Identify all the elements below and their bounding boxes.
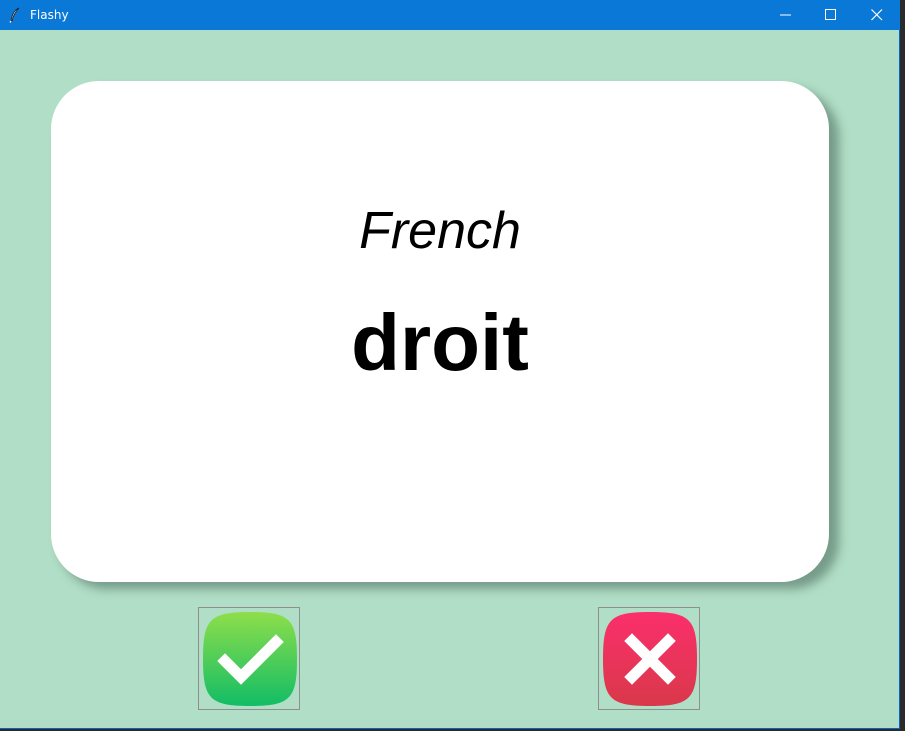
close-window-button[interactable] [854, 0, 900, 30]
x-mark-icon [603, 612, 697, 706]
title-bar[interactable]: Flashy [0, 0, 900, 30]
app-window: Flashy French droit [0, 0, 900, 729]
close-icon [871, 9, 883, 21]
checkmark-icon [203, 612, 297, 706]
minimize-icon [780, 14, 791, 16]
known-button[interactable] [198, 607, 300, 710]
maximize-button[interactable] [808, 0, 854, 30]
maximize-icon [825, 9, 836, 20]
minimize-button[interactable] [763, 0, 809, 30]
window-title: Flashy [30, 8, 69, 22]
feather-icon [8, 7, 22, 23]
card-word: droit [351, 298, 529, 387]
unknown-button[interactable] [598, 607, 700, 710]
flash-card: French droit [51, 81, 829, 582]
card-language: French [359, 202, 521, 260]
